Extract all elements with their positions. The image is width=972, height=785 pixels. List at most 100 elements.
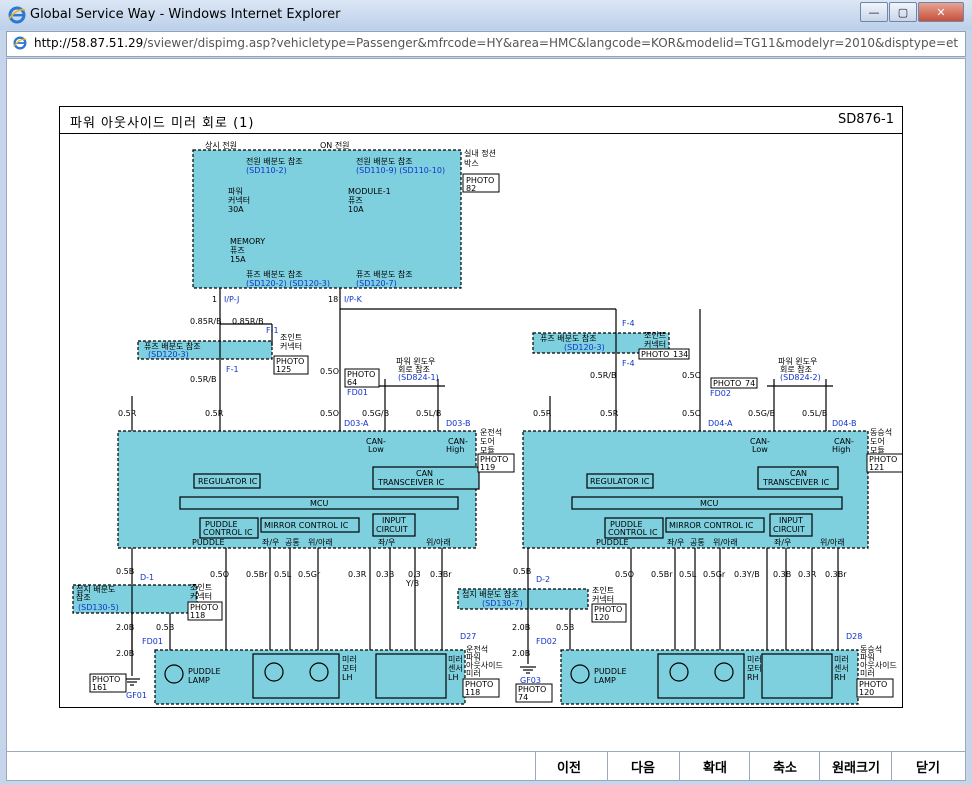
wire-r-16: 0.3B bbox=[773, 570, 791, 579]
zoom-in-button[interactable]: 확대 bbox=[679, 752, 750, 780]
sub-l-4: 좌/우 bbox=[378, 538, 395, 547]
mirror-ic-r: MIRROR CONTROL IC bbox=[669, 521, 754, 530]
wire-l-5: 0.5R bbox=[118, 409, 137, 418]
sensor-l-2: 센서 bbox=[448, 663, 463, 673]
photo-74b: 74 bbox=[518, 693, 528, 702]
ref-top-right-2: (SD110-9) (SD110-10) bbox=[356, 166, 445, 175]
input-circuit-r-2: CIRCUIT bbox=[773, 525, 805, 534]
wire-r-14: 0.5Gr bbox=[703, 570, 726, 579]
can-ic-r-2: TRANSCEIVER IC bbox=[762, 478, 830, 487]
address-bar[interactable]: http://58.87.51.29/sviewer/dispimg.asp?v… bbox=[6, 31, 966, 57]
close-button[interactable]: 닫기 bbox=[891, 752, 964, 780]
joint-conn-l-1: 조인트 bbox=[280, 332, 302, 342]
fuse-box-photo-num: 82 bbox=[466, 184, 476, 193]
maximize-button[interactable]: ▢ bbox=[889, 2, 917, 22]
wire-r-9: 0.5L/B bbox=[802, 409, 827, 418]
diagram-title: 파워 아웃사이드 미러 회로 (1) bbox=[70, 116, 255, 131]
photo-125: 125 bbox=[276, 365, 291, 374]
pin-d2: D-2 bbox=[536, 575, 550, 584]
zoom-out-button[interactable]: 축소 bbox=[749, 752, 820, 780]
photo-119: 119 bbox=[480, 463, 495, 472]
ie-logo-icon bbox=[8, 6, 26, 24]
pin-ip-j-num: 1 bbox=[212, 295, 217, 304]
fuse-box-name: 실내 정션 bbox=[464, 148, 496, 158]
wire-l-9: 0.5L/B bbox=[416, 409, 441, 418]
pin-fd01: FD01 bbox=[347, 388, 368, 397]
pin-d04a: D04-A bbox=[708, 419, 733, 428]
wiring-diagram: 파워 아웃사이드 미러 회로 (1) SD876-1 상시 전원 ON 전원 실… bbox=[59, 106, 903, 708]
regulator-l: REGULATOR IC bbox=[198, 477, 258, 486]
wire-l-11: 0.5O bbox=[210, 570, 229, 579]
joint-conn-r2-1: 조인트 bbox=[592, 585, 614, 595]
wire-l-4: 0.5O bbox=[320, 367, 339, 376]
pin-f1: F-1 bbox=[266, 326, 279, 335]
address-path: /sviewer/dispimg.asp?vehicletype=Passeng… bbox=[143, 36, 959, 50]
sub-r-1: 좌/우 bbox=[667, 538, 684, 547]
can-ic-l-2: TRANSCEIVER IC bbox=[377, 478, 445, 487]
pw-ref-l-3: (SD824-1) bbox=[398, 373, 439, 382]
mcu-r: MCU bbox=[700, 499, 718, 508]
wire-l-1: 0.85R/B bbox=[190, 317, 222, 326]
minimize-button[interactable]: — bbox=[860, 2, 888, 22]
sensor-l-1: 미러 bbox=[448, 655, 463, 664]
pw-ref-r-3: (SD824-2) bbox=[780, 373, 821, 382]
prev-button[interactable]: 이전 bbox=[535, 752, 602, 780]
wire-r-10: 0.5B bbox=[513, 567, 531, 576]
pin-f4-b: F-4 bbox=[622, 359, 635, 368]
pin-d03b: D03-B bbox=[446, 419, 470, 428]
sub-l-2: 공통 bbox=[285, 538, 300, 547]
wire-r-17: 0.3R bbox=[798, 570, 817, 579]
motor-r-2: 모터 bbox=[747, 664, 762, 673]
wire-r-5: 0.5R bbox=[533, 409, 552, 418]
next-button[interactable]: 다음 bbox=[607, 752, 678, 780]
wire-r-8: 0.5G/B bbox=[748, 409, 775, 418]
sub-r-5: 위/아래 bbox=[820, 537, 845, 547]
sub-l-5: 위/아래 bbox=[426, 537, 451, 547]
address-url[interactable]: http://58.87.51.29/sviewer/dispimg.asp?v… bbox=[34, 36, 959, 50]
wire-r-12: 0.5Br bbox=[651, 570, 673, 579]
wire-l-17b: Y/B bbox=[405, 579, 419, 588]
can-low-l-2: Low bbox=[368, 445, 384, 454]
toolbar: 이전 다음 확대 축소 원래크기 닫기 bbox=[6, 751, 966, 781]
can-high-l-2: High bbox=[446, 445, 464, 454]
fuse-ref-l-2: (SD120-3) bbox=[148, 350, 189, 359]
ground-ref-l-3: (SD130-5) bbox=[78, 603, 119, 612]
regulator-r: REGULATOR IC bbox=[590, 477, 650, 486]
input-circuit-l-1: INPUT bbox=[382, 516, 406, 525]
sensor-l-3: LH bbox=[448, 673, 458, 682]
sensor-r-1: 미러 bbox=[834, 655, 849, 664]
photo-118b: 118 bbox=[465, 688, 480, 697]
module-r-name-3: 모듈 bbox=[870, 446, 885, 455]
pin-d27: D27 bbox=[460, 632, 476, 641]
wire-l-18: 0.3Br bbox=[430, 570, 452, 579]
schematic: 상시 전원 ON 전원 실내 정션 박스 PHOTO 82 전원 배분도 참조 … bbox=[72, 140, 902, 705]
photo-134: 134 bbox=[673, 350, 688, 359]
wire-l-20: 2.0B bbox=[116, 649, 134, 658]
diagram-header: 파워 아웃사이드 미러 회로 (1) SD876-1 bbox=[60, 107, 902, 134]
ref-top-right: 전원 배분도 참조 bbox=[356, 156, 413, 166]
fuse-ref-r-2: (SD120-3) bbox=[564, 343, 605, 352]
wire-r-6: 0.5R bbox=[600, 409, 619, 418]
power-always-label: 상시 전원 bbox=[205, 140, 237, 150]
ref-top-left: 전원 배분도 참조 bbox=[246, 156, 303, 166]
puddle-lamp-l-2: LAMP bbox=[188, 676, 210, 685]
motor-l-2: 모터 bbox=[342, 664, 357, 673]
motor-l-1: 미러 bbox=[342, 655, 357, 664]
puddle-l: PUDDLE bbox=[192, 538, 225, 547]
fuse-memory-1: MEMORY bbox=[230, 237, 265, 246]
sub-r-2: 공통 bbox=[690, 538, 705, 547]
pin-d03a: D03-A bbox=[344, 419, 369, 428]
joint-conn-l-2: 커넥터 bbox=[280, 341, 302, 351]
wire-l-10: 0.5B bbox=[116, 567, 134, 576]
joint-conn-l2-2: 커넥터 bbox=[190, 591, 212, 601]
joint-conn-r2-2: 커넥터 bbox=[592, 594, 614, 604]
pin-fd01-b: FD01 bbox=[142, 637, 163, 646]
photo-118: 118 bbox=[190, 611, 205, 620]
puddle-ic-r-2: CONTROL IC bbox=[608, 528, 658, 537]
pin-d1: D-1 bbox=[140, 573, 154, 582]
module-r-name-1: 동승석 bbox=[870, 427, 892, 437]
pin-fd02: FD02 bbox=[710, 389, 731, 398]
pin-fd02-b: FD02 bbox=[536, 637, 557, 646]
close-window-button[interactable]: ✕ bbox=[918, 2, 964, 22]
original-size-button[interactable]: 원래크기 bbox=[819, 752, 892, 780]
